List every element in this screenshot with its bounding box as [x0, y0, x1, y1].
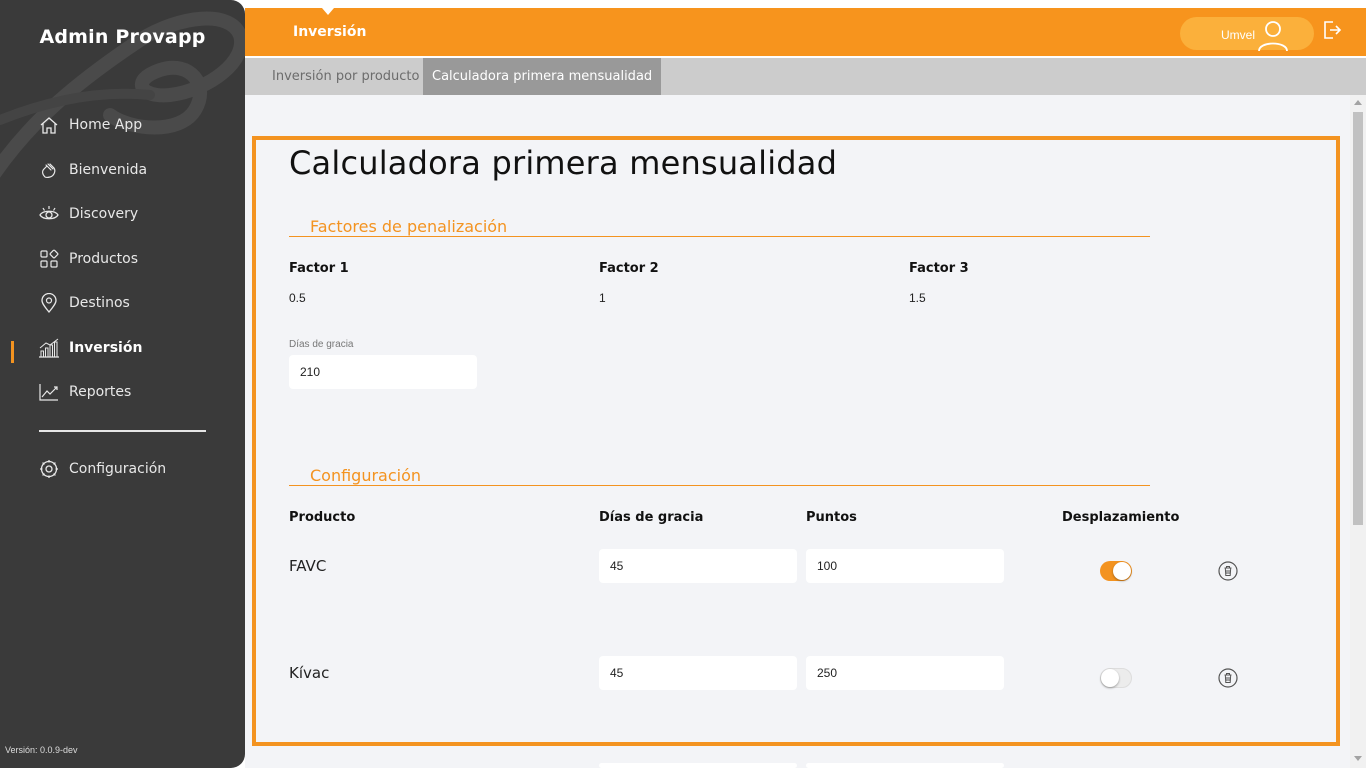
section-divider — [289, 236, 1150, 237]
page-title: Calculadora primera mensualidad — [289, 144, 838, 182]
sidebar-item-label: Inversión — [69, 340, 143, 356]
scroll-down-arrow-icon[interactable] — [1354, 756, 1362, 761]
section-indicator-notch — [322, 8, 334, 15]
location-pin-icon — [38, 292, 60, 314]
sidebar-item-label: Reportes — [69, 384, 132, 400]
tab-label: Inversión por producto — [272, 69, 420, 84]
sidebar-item-label: Discovery — [69, 206, 139, 222]
row-grace-days-input[interactable] — [599, 763, 797, 768]
top-bar: Inversión Umvel — [245, 8, 1366, 56]
factor-3-label: Factor 3 — [909, 261, 969, 276]
column-header-desplazamiento: Desplazamiento — [1062, 510, 1180, 525]
sidebar-item-label: Destinos — [69, 295, 130, 311]
section-divider — [289, 485, 1150, 486]
scroll-up-arrow-icon[interactable] — [1354, 100, 1362, 105]
scrollbar-thumb[interactable] — [1353, 112, 1363, 525]
sidebar-item-label: Productos — [69, 251, 139, 267]
sidebar-item-destinos[interactable]: Destinos — [38, 290, 130, 316]
eye-icon — [38, 203, 60, 225]
grid-icon — [38, 248, 60, 270]
user-menu-button[interactable]: Umvel — [1180, 17, 1314, 52]
sidebar-item-home-app[interactable]: Home App — [38, 112, 142, 138]
row-grace-days-input[interactable]: 45 — [599, 549, 797, 583]
sidebar-item-discovery[interactable]: Discovery — [38, 201, 138, 227]
displacement-toggle[interactable] — [1100, 561, 1132, 581]
product-name: FAVC — [289, 557, 327, 575]
sidebar: Admin Provapp Home App Bienvenida Discov… — [0, 0, 245, 768]
version-label: Versión: 0.0.9-dev — [5, 745, 78, 755]
home-icon — [38, 114, 60, 136]
sidebar-divider — [39, 430, 206, 432]
tab-calculadora-primera-mensualidad[interactable]: Calculadora primera mensualidad — [423, 58, 662, 95]
factor-1-label: Factor 1 — [289, 261, 349, 276]
app-title: Admin Provapp — [39, 26, 206, 48]
bar-chart-icon — [38, 337, 60, 359]
factor-3-value: 1.5 — [909, 291, 926, 305]
sidebar-item-label: Configuración — [69, 461, 167, 477]
product-name: Kívac — [289, 664, 330, 682]
gear-icon — [38, 458, 60, 480]
toggle-knob — [1113, 562, 1131, 580]
column-header-dias-de-gracia: Días de gracia — [599, 510, 704, 525]
grace-days-label: Días de gracia — [289, 339, 354, 350]
factor-2-value: 1 — [599, 291, 606, 305]
sidebar-item-label: Bienvenida — [69, 162, 148, 178]
section-title: Inversión — [293, 24, 367, 40]
sidebar-item-bienvenida[interactable]: Bienvenida — [38, 157, 147, 183]
displacement-toggle[interactable] — [1100, 668, 1132, 688]
sidebar-item-reportes[interactable]: Reportes — [38, 379, 131, 405]
user-avatar-icon — [1256, 19, 1290, 57]
wave-hand-icon — [38, 159, 60, 181]
sidebar-item-inversion[interactable]: Inversión — [38, 335, 142, 361]
sidebar-item-productos[interactable]: Productos — [38, 246, 138, 272]
grace-days-input[interactable]: 210 — [289, 355, 477, 389]
line-chart-icon — [38, 381, 60, 403]
sidebar-item-configuracion[interactable]: Configuración — [38, 456, 166, 482]
tab-inversion-por-producto[interactable]: Inversión por producto — [263, 58, 428, 95]
trash-icon[interactable] — [1218, 561, 1238, 586]
row-grace-days-input[interactable]: 45 — [599, 656, 797, 690]
factor-2-label: Factor 2 — [599, 261, 659, 276]
row-points-input[interactable]: 100 — [806, 549, 1004, 583]
row-points-input[interactable] — [806, 763, 1004, 768]
user-name: Umvel — [1221, 28, 1256, 42]
row-points-input[interactable]: 250 — [806, 656, 1004, 690]
penalties-section-title: Factores de penalización — [310, 217, 508, 236]
trash-icon[interactable] — [1218, 668, 1238, 693]
sidebar-item-label: Home App — [69, 117, 143, 133]
toggle-knob — [1101, 669, 1119, 687]
column-header-puntos: Puntos — [806, 510, 857, 525]
active-indicator — [11, 341, 14, 363]
vertical-scrollbar[interactable] — [1350, 95, 1366, 768]
logout-icon[interactable] — [1322, 20, 1342, 45]
config-section-title: Configuración — [310, 466, 422, 485]
factor-1-value: 0.5 — [289, 291, 306, 305]
tabs-bar: Inversión por producto Calculadora prime… — [245, 58, 1366, 95]
tab-label: Calculadora primera mensualidad — [432, 69, 653, 84]
column-header-producto: Producto — [289, 510, 356, 525]
